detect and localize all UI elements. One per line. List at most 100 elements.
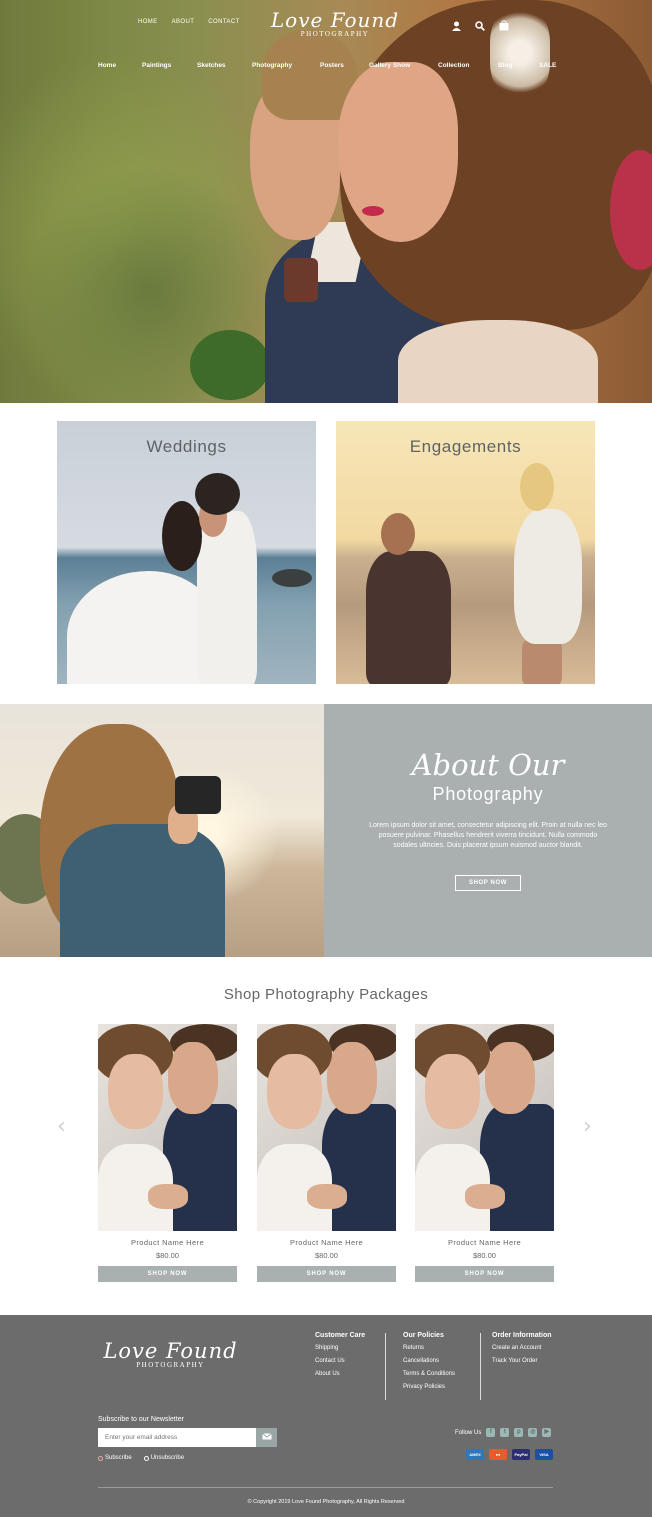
follow-us: Follow Us f t p ◎ ▶ — [455, 1428, 552, 1437]
hero-groom-bowtie — [284, 258, 318, 302]
category-title: Engagements — [409, 437, 522, 456]
pinterest-icon[interactable]: p — [514, 1428, 524, 1437]
nav-collection[interactable]: Collection — [438, 62, 469, 69]
nav-paintings[interactable]: Paintings — [142, 62, 171, 69]
unsubscribe-radio[interactable] — [143, 1455, 149, 1461]
main-nav: Home Paintings Sketches Photography Post… — [0, 62, 652, 74]
subscribe-option[interactable]: Subscribe — [98, 1455, 132, 1461]
product-image-hand — [148, 1184, 188, 1209]
nav-sale[interactable]: SALE — [539, 62, 556, 69]
top-link-about[interactable]: ABOUT — [172, 19, 195, 25]
product-shop-now-button[interactable]: SHOP NOW — [98, 1266, 237, 1282]
footer-col-title: Customer Care — [315, 1332, 366, 1339]
footer-logo[interactable]: Love Found PHOTOGRAPHY — [98, 1339, 243, 1369]
engagements-woman — [514, 509, 582, 644]
about-title: Photography — [432, 784, 544, 804]
hero-banner: HOME ABOUT CONTACT Love Found PHOTOGRAPH… — [0, 0, 652, 403]
about-photo-jacket — [60, 824, 225, 957]
mastercard-icon: ●● — [489, 1449, 507, 1460]
footer-link-terms[interactable]: Terms & Conditions — [403, 1371, 455, 1377]
nav-posters[interactable]: Posters — [320, 62, 344, 69]
copyright: © Copyright 2019 Love Found Photography,… — [247, 1499, 405, 1505]
top-link-contact[interactable]: CONTACT — [208, 19, 239, 25]
top-link-home[interactable]: HOME — [138, 19, 158, 25]
product-name[interactable]: Product Name Here — [98, 1238, 237, 1247]
product-image-groom-suit — [163, 1104, 237, 1231]
hero-bride-lips — [362, 206, 384, 216]
user-icon[interactable] — [452, 18, 461, 36]
weddings-bride-dress — [67, 571, 217, 684]
amex-icon: AMEX — [466, 1449, 484, 1460]
instagram-icon[interactable]: ◎ — [528, 1428, 538, 1437]
facebook-icon[interactable]: f — [486, 1428, 496, 1437]
engagements-woman-head — [520, 463, 554, 511]
footer-link-about-us[interactable]: About Us — [315, 1371, 365, 1377]
footer-col-title: Order Information — [492, 1332, 552, 1339]
footer-link-returns[interactable]: Returns — [403, 1345, 455, 1351]
product-image-hand — [465, 1184, 505, 1209]
carousel-prev-arrow-icon[interactable]: ‹ — [57, 1114, 66, 1139]
envelope-icon — [261, 1432, 272, 1443]
about-panel: About Our Photography Lorem ipsum dolor … — [324, 704, 652, 957]
product-image[interactable] — [257, 1024, 396, 1231]
payment-methods: AMEX ●● PayPal VISA — [466, 1449, 553, 1460]
footer-col-title: Our Policies — [403, 1332, 444, 1339]
product-image-bride-face — [267, 1054, 322, 1129]
hero-bride-face — [338, 62, 458, 242]
footer-divider — [385, 1333, 386, 1400]
unsubscribe-label: Unsubscribe — [150, 1455, 185, 1461]
footer-link-cancellations[interactable]: Cancellations — [403, 1358, 455, 1364]
camera-icon — [175, 776, 221, 814]
shop-title: Shop Photography Packages — [223, 986, 429, 1003]
about-shop-now-button[interactable]: SHOP NOW — [455, 875, 521, 891]
footer-link-privacy[interactable]: Privacy Policies — [403, 1384, 455, 1390]
product-image-bride-face — [108, 1054, 163, 1129]
footer-link-contact-us[interactable]: Contact Us — [315, 1358, 365, 1364]
weddings-groom-hair — [195, 473, 240, 515]
product-price: $80.00 — [473, 1251, 496, 1260]
product-card[interactable]: Product Name Here $80.00 SHOP NOW — [415, 1024, 554, 1282]
footer-link-shipping[interactable]: Shipping — [315, 1345, 365, 1351]
footer-divider — [480, 1333, 481, 1400]
unsubscribe-option[interactable]: Unsubscribe — [143, 1455, 185, 1461]
weddings-bride-hair — [162, 501, 202, 571]
product-card[interactable]: Product Name Here $80.00 SHOP NOW — [98, 1024, 237, 1282]
product-image-bride-face — [425, 1054, 480, 1129]
youtube-icon[interactable]: ▶ — [542, 1428, 552, 1437]
engagements-woman-legs — [522, 639, 562, 684]
subscribe-radio[interactable] — [98, 1455, 103, 1461]
weddings-rock — [272, 569, 312, 587]
category-tile-engagements[interactable]: Engagements — [336, 421, 595, 684]
newsletter-submit-button[interactable] — [256, 1428, 277, 1447]
carousel-next-arrow-icon[interactable]: › — [583, 1114, 592, 1139]
nav-sketches[interactable]: Sketches — [197, 62, 226, 69]
footer-link-create-account[interactable]: Create an Account — [492, 1345, 552, 1351]
product-name[interactable]: Product Name Here — [415, 1238, 554, 1247]
product-price: $80.00 — [156, 1251, 179, 1260]
product-image-groom-suit — [322, 1104, 396, 1231]
product-card[interactable]: Product Name Here $80.00 SHOP NOW — [257, 1024, 396, 1282]
engagements-man-head — [381, 513, 415, 555]
site-logo[interactable]: Love Found PHOTOGRAPHY — [265, 8, 405, 38]
weddings-groom-suit — [197, 511, 257, 684]
product-image[interactable] — [98, 1024, 237, 1231]
product-shop-now-button[interactable]: SHOP NOW — [415, 1266, 554, 1282]
product-shop-now-button[interactable]: SHOP NOW — [257, 1266, 396, 1282]
twitter-icon[interactable]: t — [500, 1428, 510, 1437]
nav-gallery-show[interactable]: Gallery Show — [369, 62, 410, 69]
product-image[interactable] — [415, 1024, 554, 1231]
newsletter-label: Subscribe to our Newsletter — [98, 1416, 184, 1423]
bag-icon[interactable] — [499, 18, 509, 36]
logo-script: Love Found — [270, 8, 400, 32]
product-name[interactable]: Product Name Here — [257, 1238, 396, 1247]
newsletter-email-input[interactable] — [98, 1428, 256, 1447]
search-icon[interactable] — [475, 18, 486, 36]
nav-photography[interactable]: Photography — [252, 62, 292, 69]
category-tile-weddings[interactable]: Weddings — [57, 421, 316, 684]
subscribe-label: Subscribe — [105, 1455, 132, 1461]
header-icons — [452, 18, 509, 36]
nav-blog[interactable]: Blog — [498, 62, 512, 69]
nav-home[interactable]: Home — [98, 62, 116, 69]
about-text: Lorem ipsum dolor sit amet, consectetur … — [369, 822, 607, 849]
footer-link-track-order[interactable]: Track Your Order — [492, 1358, 552, 1364]
